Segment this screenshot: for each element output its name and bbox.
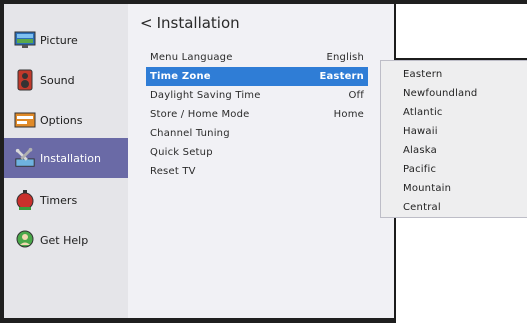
dropdown-option-central[interactable]: Central — [403, 198, 441, 216]
sidebar-item-timers[interactable]: Timers — [4, 182, 128, 218]
page-title: < Installation — [140, 14, 240, 32]
dropdown-option-newfoundland[interactable]: Newfoundland — [403, 84, 477, 102]
sidebar-item-label: Picture — [40, 33, 78, 47]
menu-item-label: Quick Setup — [150, 147, 213, 158]
back-arrow-icon[interactable]: < — [140, 14, 153, 32]
menu-item-value: Home — [333, 109, 364, 120]
sidebar-item-label: Get Help — [40, 233, 89, 247]
sidebar-item-label: Options — [40, 113, 83, 127]
menu-item-value: Off — [348, 90, 364, 101]
menu-item-menu-language[interactable]: Menu Language English — [146, 48, 368, 67]
help-icon — [14, 229, 36, 251]
sidebar-item-options[interactable]: Options — [4, 102, 128, 138]
picture-icon — [14, 29, 36, 51]
sidebar: Picture Sound Options Installation Timer… — [4, 4, 129, 318]
sidebar-item-label: Sound — [40, 73, 75, 87]
menu-item-reset-tv[interactable]: Reset TV — [146, 162, 368, 181]
menu-item-label: Reset TV — [150, 166, 196, 177]
menu-item-label: Menu Language — [150, 52, 233, 63]
sidebar-item-label: Installation — [40, 151, 101, 165]
tv-bezel-bottom-right — [394, 216, 527, 323]
menu-item-label: Channel Tuning — [150, 128, 230, 139]
menu-item-value: Eastern — [319, 71, 364, 82]
menu-item-time-zone[interactable]: Time Zone Eastern — [146, 67, 368, 86]
page-title-text: Installation — [156, 14, 240, 32]
sidebar-item-label: Timers — [40, 193, 78, 207]
tv-bezel-bottom — [0, 318, 394, 323]
menu-item-store-home-mode[interactable]: Store / Home Mode Home — [146, 105, 368, 124]
time-zone-dropdown[interactable]: Eastern Newfoundland Atlantic Hawaii Ala… — [380, 60, 527, 218]
sound-icon — [14, 69, 36, 91]
sidebar-item-installation[interactable]: Installation — [4, 138, 128, 178]
dropdown-option-hawaii[interactable]: Hawaii — [403, 122, 438, 140]
dropdown-option-mountain[interactable]: Mountain — [403, 179, 451, 197]
menu-item-channel-tuning[interactable]: Channel Tuning — [146, 124, 368, 143]
sidebar-item-get-help[interactable]: Get Help — [4, 222, 128, 258]
options-icon — [14, 109, 36, 131]
dropdown-option-pacific[interactable]: Pacific — [403, 160, 436, 178]
timers-icon — [14, 189, 36, 211]
installation-icon — [14, 147, 36, 169]
tv-screen: Picture Sound Options Installation Timer… — [0, 0, 527, 323]
menu-item-label: Store / Home Mode — [150, 109, 250, 120]
main-panel: < Installation Menu Language English Tim… — [128, 4, 394, 318]
dropdown-option-atlantic[interactable]: Atlantic — [403, 103, 443, 121]
dropdown-option-eastern[interactable]: Eastern — [403, 65, 442, 83]
menu-item-quick-setup[interactable]: Quick Setup — [146, 143, 368, 162]
sidebar-item-picture[interactable]: Picture — [4, 22, 128, 58]
menu-item-label: Daylight Saving Time — [150, 90, 261, 101]
menu-item-label: Time Zone — [150, 71, 211, 82]
dropdown-option-alaska[interactable]: Alaska — [403, 141, 437, 159]
sidebar-item-sound[interactable]: Sound — [4, 62, 128, 98]
menu-item-value: English — [326, 52, 364, 63]
menu-item-daylight-saving[interactable]: Daylight Saving Time Off — [146, 86, 368, 105]
tv-bezel-top-right — [394, 4, 527, 60]
